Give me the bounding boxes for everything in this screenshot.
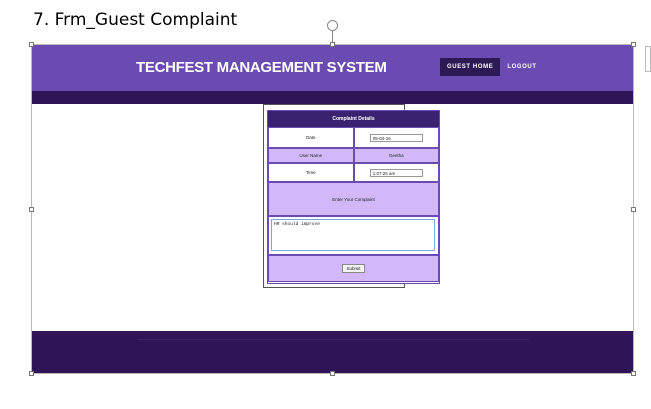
submit-cell: Submit xyxy=(268,255,439,282)
resize-handle-top-left[interactable] xyxy=(29,42,34,47)
time-field[interactable]: 1:07:25 am xyxy=(369,168,423,177)
screenshot-image[interactable]: TECHFEST MANAGEMENT SYSTEM GUEST HOME LO… xyxy=(31,44,634,374)
user-name-label: User Name xyxy=(268,148,354,163)
rotate-handle-icon[interactable] xyxy=(327,20,338,31)
resize-handle-bottom-right[interactable] xyxy=(631,371,636,376)
date-field[interactable]: 05-04-16 xyxy=(369,133,423,142)
header-band xyxy=(32,91,633,104)
document-caption: 7. Frm_Guest Complaint xyxy=(33,10,238,30)
layout-options-button[interactable] xyxy=(645,46,651,72)
time-cell: 1:07:25 am xyxy=(353,163,439,182)
nav-guest-home[interactable]: GUEST HOME xyxy=(440,58,501,76)
site-footer xyxy=(32,331,633,373)
resize-handle-bottom-left[interactable] xyxy=(29,371,34,376)
user-name-value: Geetha xyxy=(353,148,439,163)
complaint-textarea[interactable]: HR should improve xyxy=(271,219,435,251)
resize-handle-bottom[interactable] xyxy=(330,371,335,376)
nav-bar: GUEST HOME LOGOUT xyxy=(440,58,544,76)
complaint-prompt: Enter Your Complaint xyxy=(268,182,439,216)
date-cell: 05-04-16 xyxy=(353,127,439,148)
form-title: Complaint Details xyxy=(268,111,439,127)
footer-divider xyxy=(137,339,529,340)
time-label: Time xyxy=(268,163,354,182)
resize-handle-right[interactable] xyxy=(631,207,636,212)
resize-handle-top-right[interactable] xyxy=(631,42,636,47)
complaint-form: Complaint Details Date 05-04-16 User Nam… xyxy=(267,110,440,284)
site-title: TECHFEST MANAGEMENT SYSTEM xyxy=(136,59,387,76)
resize-handle-top[interactable] xyxy=(330,42,335,47)
submit-button[interactable]: Submit xyxy=(342,264,365,273)
resize-handle-left[interactable] xyxy=(29,207,34,212)
date-label: Date xyxy=(268,127,354,148)
site-header: TECHFEST MANAGEMENT SYSTEM GUEST HOME LO… xyxy=(32,45,633,91)
nav-logout[interactable]: LOGOUT xyxy=(500,58,543,76)
